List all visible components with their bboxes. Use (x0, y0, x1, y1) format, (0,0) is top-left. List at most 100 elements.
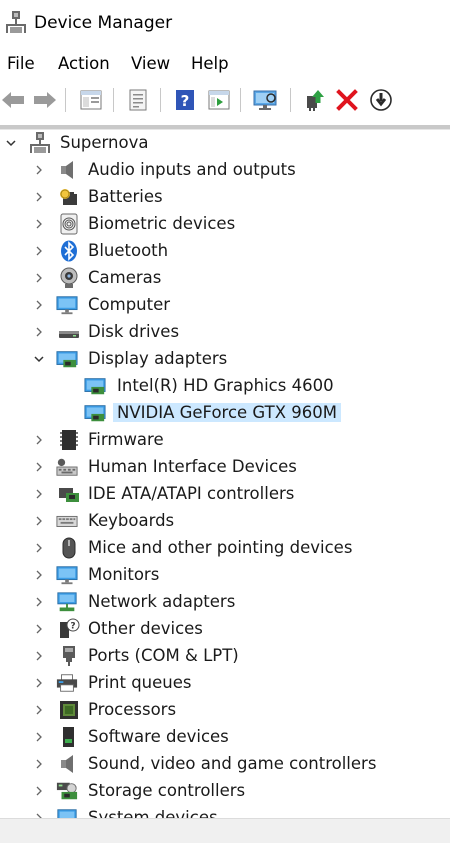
tree-child-label: NVIDIA GeForce GTX 960M (113, 403, 341, 422)
tree-item-label: Display adapters (88, 349, 228, 368)
properties-panel-button[interactable] (78, 87, 104, 113)
tree-root-label: Supernova (60, 133, 149, 152)
tree-item-computer[interactable]: Computer (0, 292, 450, 319)
chevron-right-icon[interactable] (33, 461, 45, 473)
tree-item-other-devices[interactable]: ? Other devices (0, 616, 450, 643)
storage-controller-icon (56, 782, 78, 800)
hid-keyboard-icon (56, 458, 78, 476)
tree-child-nvidia-graphics[interactable]: NVIDIA GeForce GTX 960M (0, 400, 450, 427)
sheet-button[interactable] (125, 87, 151, 113)
tree-item-bluetooth[interactable]: Bluetooth (0, 238, 450, 265)
chevron-right-icon[interactable] (33, 245, 45, 257)
chevron-right-icon[interactable] (33, 785, 45, 797)
chevron-right-icon[interactable] (33, 218, 45, 230)
tree-item-audio[interactable]: Audio inputs and outputs (0, 157, 450, 184)
tree-item-print-queues[interactable]: Print queues (0, 670, 450, 697)
chevron-right-icon[interactable] (33, 623, 45, 635)
chevron-right-icon[interactable] (33, 542, 45, 554)
title-bar: Device Manager (0, 0, 450, 48)
tree-item-ide[interactable]: IDE ATA/ATAPI controllers (0, 481, 450, 508)
chevron-right-icon[interactable] (33, 164, 45, 176)
chevron-right-icon[interactable] (33, 758, 45, 770)
menu-file[interactable]: File (7, 54, 35, 73)
keyboard-icon (56, 515, 78, 527)
window-title: Device Manager (34, 13, 173, 33)
tree-item-storage-controllers[interactable]: Storage controllers (0, 778, 450, 805)
uninstall-icon (336, 89, 358, 111)
chevron-right-icon[interactable] (33, 731, 45, 743)
back-button[interactable] (0, 87, 26, 113)
menu-action[interactable]: Action (58, 54, 110, 73)
tree-item-biometric[interactable]: Biometric devices (0, 211, 450, 238)
tree-item-keyboards[interactable]: Keyboards (0, 508, 450, 535)
forward-button[interactable] (32, 87, 58, 113)
status-bar (0, 818, 450, 843)
tree-item-mice[interactable]: Mice and other pointing devices (0, 535, 450, 562)
tree-item-label: Print queues (88, 673, 192, 692)
speaker-icon (61, 161, 73, 179)
tree-item-sound[interactable]: Sound, video and game controllers (0, 751, 450, 778)
tree-item-firmware[interactable]: Firmware (0, 427, 450, 454)
printer-icon (56, 674, 78, 692)
chevron-right-icon[interactable] (33, 326, 45, 338)
uninstall-device-button[interactable] (334, 87, 360, 113)
tree-item-label: Monitors (88, 565, 160, 584)
system-device-icon (57, 809, 77, 818)
tree-item-display-adapters[interactable]: Display adapters (0, 346, 450, 373)
tree-item-label: Biometric devices (88, 214, 236, 233)
tree-item-disk-drives[interactable]: Disk drives (0, 319, 450, 346)
chevron-right-icon[interactable] (33, 650, 45, 662)
help-button[interactable]: ? (172, 87, 198, 113)
chevron-right-icon[interactable] (33, 704, 45, 716)
tree-item-cameras[interactable]: Cameras (0, 265, 450, 292)
scan-hardware-button[interactable] (252, 87, 278, 113)
svg-text:?: ? (70, 622, 75, 632)
tree-item-software-devices[interactable]: Software devices (0, 724, 450, 751)
chevron-right-icon[interactable] (33, 569, 45, 581)
tree-item-system-devices[interactable]: System devices (0, 805, 450, 818)
tree-child-intel-graphics[interactable]: Intel(R) HD Graphics 4600 (0, 373, 450, 400)
sheet-icon (129, 89, 147, 111)
tree-item-ports[interactable]: Ports (COM & LPT) (0, 643, 450, 670)
monitor-icon (56, 296, 78, 315)
tree-item-monitors[interactable]: Monitors (0, 562, 450, 589)
chevron-right-icon[interactable] (33, 272, 45, 284)
tree-root[interactable]: Supernova (0, 130, 450, 157)
tree-item-label: Human Interface Devices (88, 457, 297, 476)
update-driver-icon (307, 90, 324, 111)
chevron-right-icon[interactable] (33, 434, 45, 446)
chevron-right-icon[interactable] (33, 191, 45, 203)
update-driver-button[interactable] (302, 87, 328, 113)
chevron-right-icon[interactable] (33, 299, 45, 311)
toolbar-separator (160, 88, 161, 112)
chevron-right-icon[interactable] (33, 488, 45, 500)
tree-item-label: Other devices (88, 619, 203, 638)
chevron-down-icon[interactable] (5, 137, 17, 149)
port-connector-icon (63, 646, 75, 666)
monitor-scan-icon (253, 90, 277, 110)
menu-help[interactable]: Help (191, 54, 229, 73)
firmware-chip-icon (60, 430, 78, 450)
tree-item-label: Mice and other pointing devices (88, 538, 353, 557)
tree-item-label: System devices (88, 808, 218, 818)
chevron-right-icon[interactable] (33, 596, 45, 608)
tree-item-label: Bluetooth (88, 241, 169, 260)
unknown-device-icon: ? (60, 618, 80, 638)
chevron-right-icon[interactable] (33, 677, 45, 689)
disable-device-button[interactable] (368, 87, 394, 113)
chevron-right-icon[interactable] (33, 515, 45, 527)
svg-text:?: ? (181, 92, 190, 110)
menu-view[interactable]: View (131, 54, 170, 73)
run-panel-button[interactable] (206, 87, 232, 113)
back-icon (2, 92, 24, 108)
tree-item-network-adapters[interactable]: Network adapters (0, 589, 450, 616)
chevron-down-icon[interactable] (33, 353, 45, 365)
tree-item-batteries[interactable]: Batteries (0, 184, 450, 211)
tree-item-label: Storage controllers (88, 781, 246, 800)
tree-item-label: Ports (COM & LPT) (88, 646, 239, 665)
processor-icon (60, 701, 78, 719)
monitor-icon (56, 566, 78, 585)
tree-item-hid[interactable]: Human Interface Devices (0, 454, 450, 481)
tree-item-processors[interactable]: Processors (0, 697, 450, 724)
display-adapter-icon (84, 405, 106, 422)
